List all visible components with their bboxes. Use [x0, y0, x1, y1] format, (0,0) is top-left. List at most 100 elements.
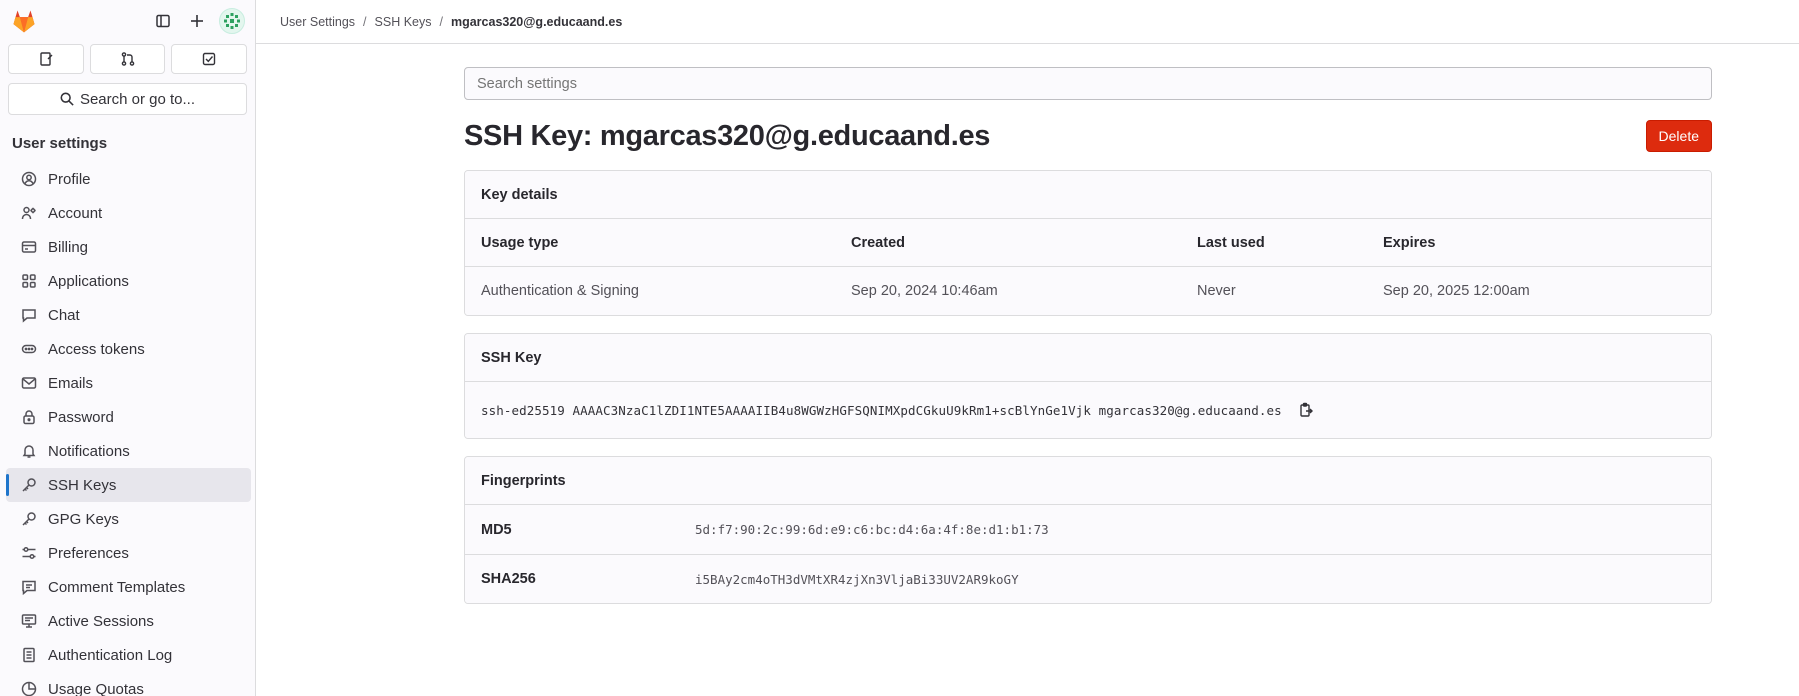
sidebar-item-access-tokens[interactable]: Access tokens	[6, 332, 251, 366]
page-title: SSH Key: mgarcas320@g.educaand.es	[464, 119, 991, 152]
search-or-go-to-button[interactable]: Search or go to...	[8, 83, 247, 115]
sidebar-item-profile[interactable]: Profile	[6, 162, 251, 196]
ssh-key-value[interactable]: ssh-ed25519 AAAAC3NzaC1lZDI1NTE5AAAAIIB4…	[481, 403, 1282, 418]
fingerprints-header: Fingerprints	[465, 457, 1711, 505]
column-header-expires: Expires	[1383, 234, 1436, 251]
sidebar-toggle-icon[interactable]	[151, 9, 175, 33]
sidebar-item-comment-templates[interactable]: Comment Templates	[6, 570, 251, 604]
plus-icon[interactable]	[185, 9, 209, 33]
sidebar-item-preferences[interactable]: Preferences	[6, 536, 251, 570]
usage-type-value: Authentication & Signing	[481, 283, 639, 299]
sidebar-item-label: Comment Templates	[48, 578, 186, 596]
sidebar-item-applications[interactable]: Applications	[6, 264, 251, 298]
sidebar: Search or go to... User settings Profile…	[0, 0, 256, 696]
issues-icon	[40, 52, 53, 66]
sidebar-item-label: Billing	[48, 238, 89, 256]
breadcrumb-separator: /	[363, 14, 367, 29]
key-icon	[20, 476, 38, 494]
merge-request-icon	[121, 52, 134, 66]
merge-requests-button[interactable]	[89, 44, 166, 74]
preferences-icon	[20, 544, 38, 562]
sidebar-item-account[interactable]: Account	[6, 196, 251, 230]
column-header-last-used: Last used	[1197, 234, 1265, 251]
sidebar-item-label: Account	[48, 204, 103, 222]
created-value: Sep 20, 2024 10:46am	[851, 283, 998, 299]
main-content: SSH Key: mgarcas320@g.educaand.es Delete…	[464, 67, 1712, 604]
token-icon	[20, 340, 38, 358]
sidebar-item-label: Access tokens	[48, 340, 145, 358]
key-details-card: Key details Usage type Created Last used…	[464, 170, 1712, 316]
sidebar-nav: Profile Account Billing Applications Chat Acc…	[0, 162, 255, 696]
delete-button[interactable]: Delete	[1645, 120, 1712, 152]
sidebar-item-label: Usage Quotas	[48, 680, 144, 696]
sidebar-item-label: Notifications	[48, 442, 130, 460]
sidebar-item-label: Preferences	[48, 544, 129, 562]
gitlab-logo[interactable]	[10, 7, 38, 35]
key-details-header: Key details	[465, 171, 1711, 219]
quota-icon	[20, 680, 38, 696]
sidebar-top	[0, 0, 255, 42]
sidebar-section-title: User settings	[12, 135, 108, 152]
search-settings-input[interactable]	[464, 67, 1712, 100]
sidebar-item-notifications[interactable]: Notifications	[6, 434, 251, 468]
todo-icon	[202, 52, 216, 66]
column-header-usage-type: Usage type	[481, 234, 559, 251]
todos-button[interactable]	[171, 44, 248, 74]
search-label: Search or go to...	[79, 90, 196, 108]
sidebar-item-usage-quotas[interactable]: Usage Quotas	[6, 672, 251, 696]
sidebar-item-authentication-log[interactable]: Authentication Log	[6, 638, 251, 672]
copy-to-clipboard-icon[interactable]	[1296, 400, 1316, 420]
account-icon	[20, 204, 38, 222]
fingerprints-card: Fingerprints MD5 5d:f7:90:2c:99:6d:e9:c6…	[464, 456, 1712, 604]
key-icon	[20, 510, 38, 528]
sidebar-item-gpg-keys[interactable]: GPG Keys	[6, 502, 251, 536]
sidebar-item-label: Password	[48, 408, 114, 426]
sidebar-item-label: GPG Keys	[48, 510, 119, 528]
last-used-value: Never	[1197, 283, 1236, 299]
sidebar-item-emails[interactable]: Emails	[6, 366, 251, 400]
comment-icon	[20, 578, 38, 596]
avatar[interactable]	[219, 8, 245, 34]
fingerprint-value: 5d:f7:90:2c:99:6d:e9:c6:bc:d4:6a:4f:8e:d…	[695, 522, 1049, 537]
fingerprint-value: i5BAy2cm4oTH3dVMtXR4zjXn3VljaBi33UV2AR9k…	[695, 571, 1019, 587]
breadcrumb: User Settings / SSH Keys / mgarcas320@g.…	[280, 15, 622, 29]
ssh-key-body: ssh-ed25519 AAAAC3NzaC1lZDI1NTE5AAAAIIB4…	[465, 382, 1711, 438]
fingerprint-row-md5: MD5 5d:f7:90:2c:99:6d:e9:c6:bc:d4:6a:4f:…	[465, 505, 1711, 554]
lock-icon	[20, 408, 38, 426]
sidebar-item-chat[interactable]: Chat	[6, 298, 251, 332]
ssh-key-card: SSH Key ssh-ed25519 AAAAC3NzaC1lZDI1NTE5…	[464, 333, 1712, 439]
breadcrumb-user-settings[interactable]: User Settings	[280, 15, 355, 29]
sidebar-item-billing[interactable]: Billing	[6, 230, 251, 264]
fingerprint-label: SHA256	[481, 571, 536, 587]
breadcrumb-separator: /	[439, 14, 443, 29]
search-icon	[60, 92, 74, 106]
billing-icon	[20, 238, 38, 256]
sidebar-item-password[interactable]: Password	[6, 400, 251, 434]
log-icon	[20, 646, 38, 664]
bell-icon	[20, 442, 38, 460]
sidebar-item-label: Chat	[48, 306, 80, 324]
title-row: SSH Key: mgarcas320@g.educaand.es Delete	[464, 117, 1712, 155]
sidebar-item-label: Profile	[48, 170, 91, 188]
issues-button[interactable]	[8, 44, 84, 74]
breadcrumb-current[interactable]: mgarcas320@g.educaand.es	[451, 15, 622, 29]
breadcrumb-ssh-keys[interactable]: SSH Keys	[375, 15, 432, 29]
sidebar-item-active-sessions[interactable]: Active Sessions	[6, 604, 251, 638]
sidebar-item-label: Applications	[48, 272, 129, 290]
chat-icon	[20, 306, 38, 324]
ssh-key-header: SSH Key	[465, 334, 1711, 382]
expires-value: Sep 20, 2025 12:00am	[1383, 283, 1530, 299]
table-row: Authentication & Signing Sep 20, 2024 10…	[465, 267, 1711, 315]
sidebar-item-label: SSH Keys	[48, 476, 117, 494]
column-header-created: Created	[851, 234, 905, 251]
sidebar-item-label: Active Sessions	[48, 612, 154, 630]
fingerprint-row-sha256: SHA256 i5BAy2cm4oTH3dVMtXR4zjXn3VljaBi33…	[465, 554, 1711, 603]
monitor-icon	[20, 612, 38, 630]
applications-icon	[20, 272, 38, 290]
profile-icon	[20, 170, 38, 188]
sidebar-item-ssh-keys[interactable]: SSH Keys	[6, 468, 251, 502]
fingerprint-label: MD5	[481, 521, 512, 538]
sidebar-item-label: Emails	[48, 374, 94, 392]
sidebar-item-label: Authentication Log	[48, 646, 173, 664]
mail-icon	[20, 374, 38, 392]
